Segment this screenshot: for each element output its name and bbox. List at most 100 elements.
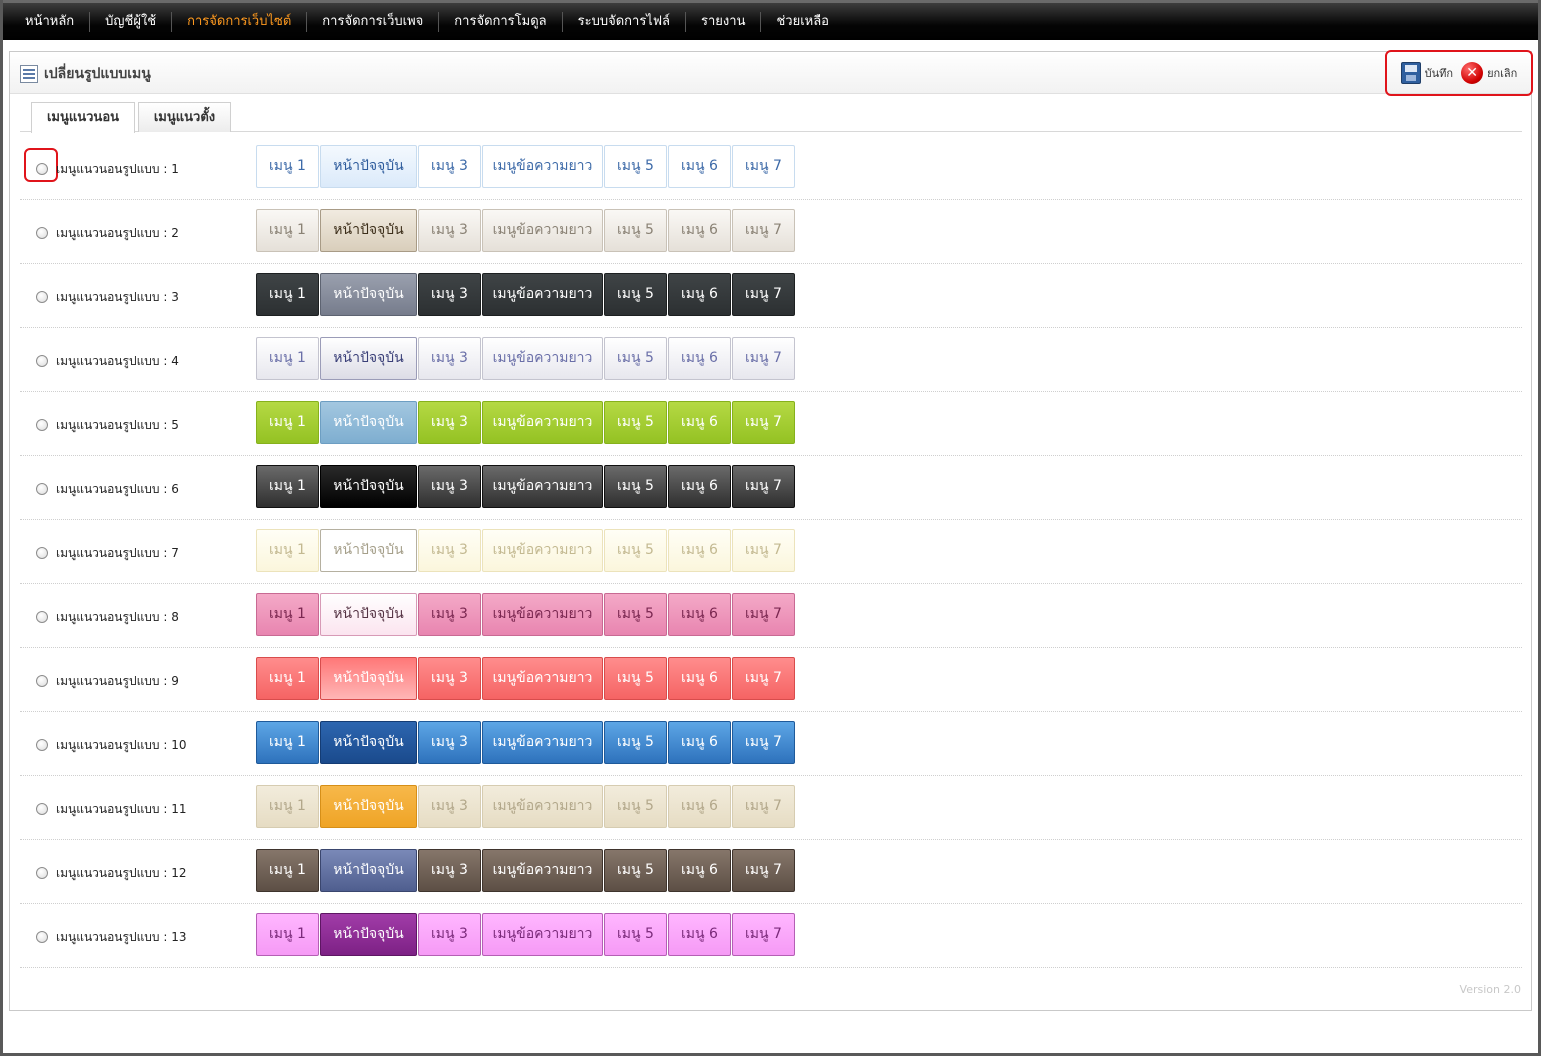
menu-style-label: เมนูแนวนอนรูปแบบ : 4 <box>56 354 179 368</box>
cancel-label: ยกเลิก <box>1487 67 1518 80</box>
nav-item-website-management[interactable]: การจัดการเว็บไซต์ <box>172 11 308 32</box>
panel-header: เปลี่ยนรูปแบบเมนู บันทึก ✕ ยกเลิก <box>10 50 1533 96</box>
menu-preview-item: เมนู 6 <box>668 593 731 636</box>
menu-preview-item: เมนู 6 <box>668 785 731 828</box>
save-button[interactable]: บันทึก <box>1400 62 1453 84</box>
menu-preview-item: เมนู 1 <box>256 593 319 636</box>
menu-preview-item: เมนู 1 <box>256 913 319 956</box>
menu-preview-item: เมนู 7 <box>732 209 795 252</box>
menu-preview-item: เมนู 5 <box>604 401 667 444</box>
menu-preview-bar: เมนู 1 หน้าปัจจุบัน เมนู 3 เมนูข้อความยาว เม… <box>256 721 795 764</box>
menu-preview-current-item: หน้าปัจจุบัน <box>320 465 417 508</box>
cancel-button[interactable]: ✕ ยกเลิก <box>1461 62 1517 84</box>
tab-horizontal-menu[interactable]: เมนูแนวนอน <box>31 102 135 133</box>
menu-preview-item: เมนู 6 <box>668 209 731 252</box>
menu-style-row: เมนูแนวนอนรูปแบบ : 6 เมนู 1 หน้าปัจจุบัน เม… <box>20 456 1522 520</box>
menu-preview-item: เมนู 5 <box>604 145 667 188</box>
menu-style-radio[interactable] <box>36 547 48 559</box>
menu-preview-item: เมนู 1 <box>256 529 319 572</box>
nav-item-accounts[interactable]: บัญชีผู้ใช้ <box>90 11 173 32</box>
nav-item-help[interactable]: ช่วยเหลือ <box>761 12 844 32</box>
nav-item-home[interactable]: หน้าหลัก <box>3 11 91 32</box>
menu-preview-current-item: หน้าปัจจุบัน <box>320 593 417 636</box>
menu-preview-item: เมนู 1 <box>256 465 319 508</box>
menu-preview-item: เมนูข้อความยาว <box>482 785 603 828</box>
menu-preview-current-item: หน้าปัจจุบัน <box>320 337 417 380</box>
menu-preview-item: เมนู 3 <box>418 593 481 636</box>
menu-preview-item: เมนู 7 <box>732 401 795 444</box>
menu-style-radio[interactable] <box>36 419 48 431</box>
menu-style-label: เมนูแนวนอนรูปแบบ : 2 <box>56 226 179 240</box>
menu-style-radio[interactable] <box>36 931 48 943</box>
menu-preview-item: เมนู 1 <box>256 657 319 700</box>
menu-style-radio[interactable] <box>36 739 48 751</box>
menu-preview-item: เมนูข้อความยาว <box>482 465 603 508</box>
menu-preview-item: เมนู 7 <box>732 913 795 956</box>
menu-style-list: เมนูแนวนอนรูปแบบ : 1 เมนู 1 หน้าปัจจุบัน เม… <box>20 136 1522 968</box>
menu-preview-item: เมนู 3 <box>418 913 481 956</box>
menu-preview-item: เมนู 6 <box>668 401 731 444</box>
menu-preview-item: เมนู 1 <box>256 209 319 252</box>
menu-preview-item: เมนู 5 <box>604 593 667 636</box>
menu-preview-item: เมนู 1 <box>256 721 319 764</box>
menu-style-radio[interactable] <box>36 227 48 239</box>
menu-preview-item: เมนู 6 <box>668 657 731 700</box>
menu-preview-item: เมนู 7 <box>732 657 795 700</box>
menu-preview-item: เมนู 1 <box>256 145 319 188</box>
menu-style-radio[interactable] <box>36 483 48 495</box>
menu-preview-item: เมนู 7 <box>732 145 795 188</box>
menu-preview-bar: เมนู 1 หน้าปัจจุบัน เมนู 3 เมนูข้อความยาว เม… <box>256 145 795 188</box>
menu-style-label: เมนูแนวนอนรูปแบบ : 12 <box>56 866 187 880</box>
menu-preview-item: เมนู 6 <box>668 849 731 892</box>
menu-style-radio[interactable] <box>36 291 48 303</box>
menu-preview-bar: เมนู 1 หน้าปัจจุบัน เมนู 3 เมนูข้อความยาว เม… <box>256 337 795 380</box>
menu-preview-item: เมนูข้อความยาว <box>482 913 603 956</box>
menu-style-label: เมนูแนวนอนรูปแบบ : 3 <box>56 290 179 304</box>
menu-preview-current-item: หน้าปัจจุบัน <box>320 785 417 828</box>
menu-preview-item: เมนู 5 <box>604 849 667 892</box>
tab-vertical-menu[interactable]: เมนูแนวตั้ง <box>138 102 231 132</box>
floppy-disk-icon <box>1400 62 1421 84</box>
menu-style-radio[interactable] <box>36 867 48 879</box>
menu-preview-item: เมนู 3 <box>418 145 481 188</box>
menu-preview-item: เมนูข้อความยาว <box>482 721 603 764</box>
menu-preview-current-item: หน้าปัจจุบัน <box>320 209 417 252</box>
menu-preview-item: เมนู 7 <box>732 721 795 764</box>
menu-preview-item: เมนู 7 <box>732 273 795 316</box>
menu-preview-item: เมนูข้อความยาว <box>482 273 603 316</box>
menu-style-label: เมนูแนวนอนรูปแบบ : 11 <box>56 802 187 816</box>
menu-style-row: เมนูแนวนอนรูปแบบ : 12 เมนู 1 หน้าปัจจุบันเ… <box>20 840 1522 904</box>
menu-preview-item: เมนู 3 <box>418 721 481 764</box>
menu-style-radio[interactable] <box>36 355 48 367</box>
menu-style-radio[interactable] <box>36 611 48 623</box>
menu-preview-current-item: หน้าปัจจุบัน <box>320 849 417 892</box>
version-text: Version 2.0 <box>1459 983 1521 996</box>
close-circle-icon: ✕ <box>1461 62 1484 84</box>
nav-item-module-management[interactable]: การจัดการโมดูล <box>439 11 563 32</box>
menu-style-radio[interactable] <box>36 163 48 175</box>
menu-style-row: เมนูแนวนอนรูปแบบ : 9 เมนู 1 หน้าปัจจุบัน เม… <box>20 648 1522 712</box>
menu-style-row: เมนูแนวนอนรูปแบบ : 1 เมนู 1 หน้าปัจจุบัน เม… <box>20 136 1522 200</box>
menu-preview-item: เมนู 6 <box>668 273 731 316</box>
menu-preview-item: เมนูข้อความยาว <box>482 401 603 444</box>
menu-preview-item: เมนูข้อความยาว <box>482 145 603 188</box>
menu-style-radio[interactable] <box>36 675 48 687</box>
nav-item-webpage-management[interactable]: การจัดการเว็บเพจ <box>307 11 440 32</box>
menu-preview-item: เมนู 1 <box>256 785 319 828</box>
menu-preview-item: เมนู 7 <box>732 785 795 828</box>
menu-preview-current-item: หน้าปัจจุบัน <box>320 657 417 700</box>
menu-preview-bar: เมนู 1 หน้าปัจจุบัน เมนู 3 เมนูข้อความยาว เม… <box>256 657 795 700</box>
nav-item-reports[interactable]: รายงาน <box>686 11 762 32</box>
menu-preview-item: เมนูข้อความยาว <box>482 593 603 636</box>
menu-style-row: เมนูแนวนอนรูปแบบ : 10 เมนู 1 หน้าปัจจุบันเ… <box>20 712 1522 776</box>
menu-preview-current-item: หน้าปัจจุบัน <box>320 401 417 444</box>
menu-preview-item: เมนู 5 <box>604 913 667 956</box>
menu-preview-item: เมนู 5 <box>604 721 667 764</box>
nav-item-file-manager[interactable]: ระบบจัดการไฟล์ <box>563 11 687 32</box>
menu-style-label: เมนูแนวนอนรูปแบบ : 13 <box>56 930 187 944</box>
menu-preview-item: เมนู 3 <box>418 785 481 828</box>
menu-style-radio[interactable] <box>36 803 48 815</box>
menu-preview-item: เมนูข้อความยาว <box>482 337 603 380</box>
menu-preview-bar: เมนู 1 หน้าปัจจุบัน เมนู 3 เมนูข้อความยาว เม… <box>256 913 795 956</box>
menu-preview-item: เมนู 6 <box>668 529 731 572</box>
